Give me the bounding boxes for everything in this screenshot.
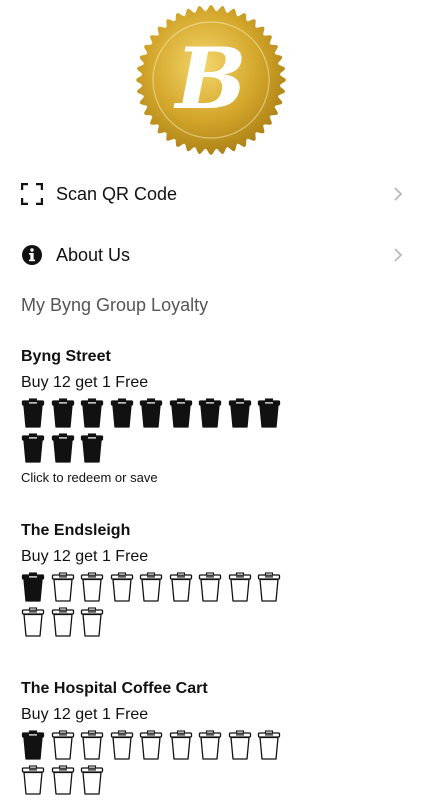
- card-offer: Buy 12 get 1 Free: [21, 548, 149, 565]
- stamp-empty-cup-icon: [51, 607, 75, 637]
- logo-letter: B: [174, 29, 247, 128]
- stamp-empty-cup-icon: [228, 730, 252, 760]
- stamp-filled-cup-icon: [21, 572, 45, 602]
- stamp-grid: [21, 730, 291, 800]
- stamp-empty-cup-icon: [110, 730, 134, 760]
- stamp-empty-cup-icon: [21, 765, 45, 795]
- chevron-right-icon: [392, 247, 404, 263]
- loyalty-card-byng-street[interactable]: Byng Street Buy 12 get 1 Free Click to r…: [21, 346, 411, 485]
- logo-seal-icon: B: [136, 5, 286, 155]
- stamp-empty-cup-icon: [80, 572, 104, 602]
- scan-qr-code-label: Scan QR Code: [56, 183, 178, 204]
- loyalty-section-title: My Byng Group Loyalty: [21, 295, 209, 315]
- stamp-filled-cup-icon: [21, 730, 45, 760]
- stamp-empty-cup-icon: [169, 730, 193, 760]
- brand-logo: B: [135, 4, 287, 156]
- stamp-empty-cup-icon: [51, 572, 75, 602]
- stamp-filled-cup-icon: [169, 398, 193, 428]
- stamp-filled-cup-icon: [228, 398, 252, 428]
- card-name: The Hospital Coffee Cart: [21, 680, 208, 697]
- stamp-filled-cup-icon: [80, 398, 104, 428]
- stamp-empty-cup-icon: [198, 730, 222, 760]
- chevron-right-icon: [392, 186, 404, 202]
- stamp-empty-cup-icon: [21, 607, 45, 637]
- stamp-empty-cup-icon: [198, 572, 222, 602]
- loyalty-card-the-endsleigh[interactable]: The Endsleigh Buy 12 get 1 Free: [21, 520, 411, 642]
- stamp-grid: [21, 398, 291, 468]
- stamp-empty-cup-icon: [257, 572, 281, 602]
- stamp-filled-cup-icon: [21, 433, 45, 463]
- redeem-hint[interactable]: Click to redeem or save: [21, 470, 411, 485]
- stamp-empty-cup-icon: [257, 730, 281, 760]
- about-us-row[interactable]: About Us: [0, 230, 422, 280]
- stamp-empty-cup-icon: [80, 765, 104, 795]
- stamp-filled-cup-icon: [139, 398, 163, 428]
- stamp-empty-cup-icon: [80, 730, 104, 760]
- stamp-empty-cup-icon: [51, 765, 75, 795]
- stamp-filled-cup-icon: [80, 433, 104, 463]
- card-name: Byng Street: [21, 348, 111, 365]
- stamp-filled-cup-icon: [51, 398, 75, 428]
- stamp-empty-cup-icon: [51, 730, 75, 760]
- about-us-label: About Us: [56, 244, 131, 265]
- stamp-empty-cup-icon: [228, 572, 252, 602]
- stamp-empty-cup-icon: [80, 607, 104, 637]
- stamp-grid: [21, 572, 291, 642]
- info-icon: [21, 244, 43, 266]
- stamp-empty-cup-icon: [139, 572, 163, 602]
- stamp-filled-cup-icon: [110, 398, 134, 428]
- stamp-filled-cup-icon: [51, 433, 75, 463]
- stamp-empty-cup-icon: [139, 730, 163, 760]
- stamp-filled-cup-icon: [198, 398, 222, 428]
- stamp-filled-cup-icon: [257, 398, 281, 428]
- card-offer: Buy 12 get 1 Free: [21, 706, 149, 723]
- card-offer: Buy 12 get 1 Free: [21, 374, 149, 391]
- loyalty-card-hospital-coffee-cart[interactable]: The Hospital Coffee Cart Buy 12 get 1 Fr…: [21, 678, 411, 800]
- scan-qr-code-row[interactable]: Scan QR Code: [0, 169, 422, 219]
- stamp-empty-cup-icon: [110, 572, 134, 602]
- card-name: The Endsleigh: [21, 522, 131, 539]
- stamp-empty-cup-icon: [169, 572, 193, 602]
- qr-scan-icon: [21, 183, 43, 205]
- stamp-filled-cup-icon: [21, 398, 45, 428]
